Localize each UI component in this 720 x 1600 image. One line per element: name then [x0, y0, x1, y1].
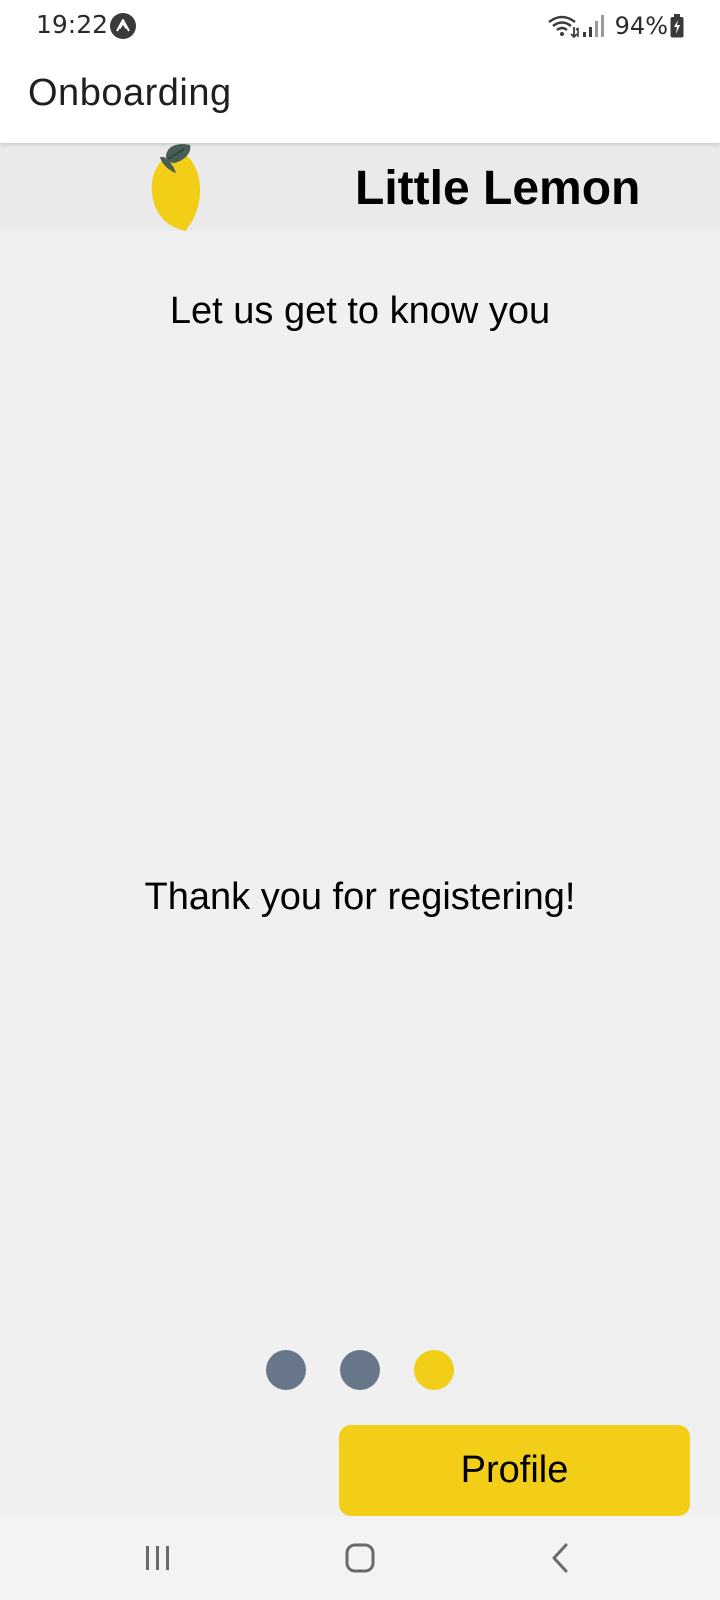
back-button[interactable] [520, 1516, 600, 1600]
brand-header: Little Lemon [0, 143, 720, 231]
wifi-icon [547, 15, 579, 39]
page-indicator [0, 1350, 720, 1390]
intro-heading: Let us get to know you [169, 290, 551, 332]
page-dot-active [414, 1350, 454, 1390]
expo-icon [110, 13, 136, 39]
back-icon [552, 1543, 568, 1573]
app-bar: Onboarding [0, 52, 720, 143]
battery-percent: 94% [614, 12, 668, 40]
brand-name: Little Lemon [355, 162, 641, 215]
home-icon [345, 1543, 375, 1573]
battery-charging-icon [670, 14, 684, 38]
screen-title: Onboarding [28, 72, 232, 114]
home-button[interactable] [320, 1516, 400, 1600]
signal-icon [582, 15, 604, 37]
page-dot [266, 1350, 306, 1390]
lemon-icon [151, 144, 200, 231]
recent-apps-button[interactable] [118, 1516, 198, 1600]
recent-apps-icon [146, 1546, 169, 1570]
page-dot [340, 1350, 380, 1390]
status-bar: 19:22 94% [0, 0, 720, 52]
status-icons: 94% [547, 10, 684, 42]
system-nav-bar [0, 1516, 720, 1600]
profile-button[interactable]: Profile [339, 1425, 690, 1516]
status-time: 19:22 [36, 10, 109, 39]
thank-you-message: Thank you for registering! [144, 876, 576, 918]
